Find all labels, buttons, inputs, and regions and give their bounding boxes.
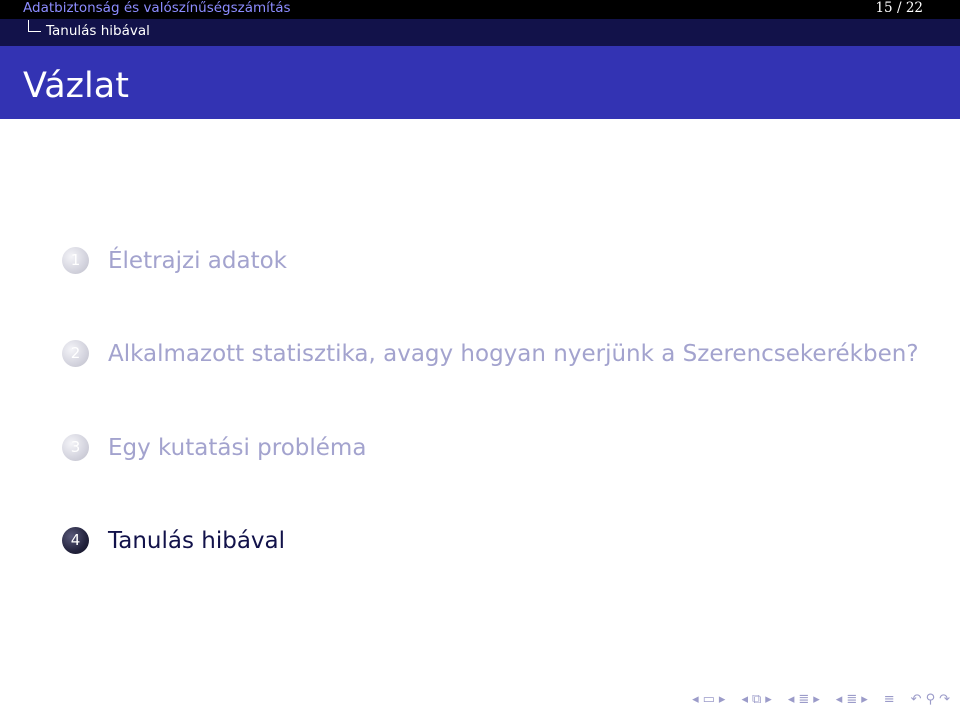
search-icon[interactable]: ⚲ [924, 690, 938, 710]
toc-item-label: Egy kutatási probléma [108, 435, 367, 461]
deck-title: Adatbiztonság és valószínűségszámítás [23, 0, 291, 16]
navigation-bar: ◂ ▭ ▸ ◂ ⧉ ▸ ◂ ≣ ▸ ◂ ≣ ▸ ≡ ↶ ⚲ ↷ [690, 690, 952, 710]
frame-title: Vázlat [23, 66, 129, 106]
toc-item-label: Alkalmazott statisztika, avagy hogyan ny… [108, 341, 919, 367]
arrow-left-icon[interactable]: ◂ [739, 690, 750, 710]
page-separator: / [896, 0, 902, 16]
toc-number-ball: 1 [62, 247, 89, 274]
arrow-right-icon[interactable]: ▸ [859, 690, 870, 710]
page-total: 22 [905, 0, 923, 16]
toc-number-ball: 2 [62, 340, 89, 367]
arrow-right-icon[interactable]: ▸ [811, 690, 822, 710]
toc-item-label: Életrajzi adatok [108, 248, 288, 274]
search-back-icon[interactable]: ↶ [909, 690, 924, 710]
arrow-left-icon[interactable]: ◂ [786, 690, 797, 710]
frame-icon[interactable]: ▭ [701, 690, 717, 710]
headline-bar: Adatbiztonság és valószínűségszámítás 15… [0, 0, 960, 46]
section-icon[interactable]: ≣ [796, 690, 811, 710]
crumb-hook-icon [28, 20, 41, 32]
arrow-left-icon[interactable]: ◂ [834, 690, 845, 710]
page-current: 15 [875, 0, 893, 16]
arrow-left-icon[interactable]: ◂ [690, 690, 701, 710]
section-crumb[interactable]: Tanulás hibával [46, 21, 150, 41]
toc-item-label: Tanulás hibával [108, 528, 286, 554]
subsection-icon[interactable]: ⧉ [750, 690, 763, 710]
arrow-right-icon[interactable]: ▸ [717, 690, 728, 710]
toc-number-ball: 4 [62, 527, 89, 554]
frametitle-bar [0, 46, 960, 119]
align-icon[interactable]: ≡ [882, 690, 897, 710]
page-counter: 15 / 22 [875, 0, 923, 19]
toc-number-ball: 3 [62, 434, 89, 461]
arrow-right-icon[interactable]: ▸ [763, 690, 774, 710]
subsection-icon[interactable]: ≣ [844, 690, 859, 710]
search-forward-icon[interactable]: ↷ [937, 690, 952, 710]
